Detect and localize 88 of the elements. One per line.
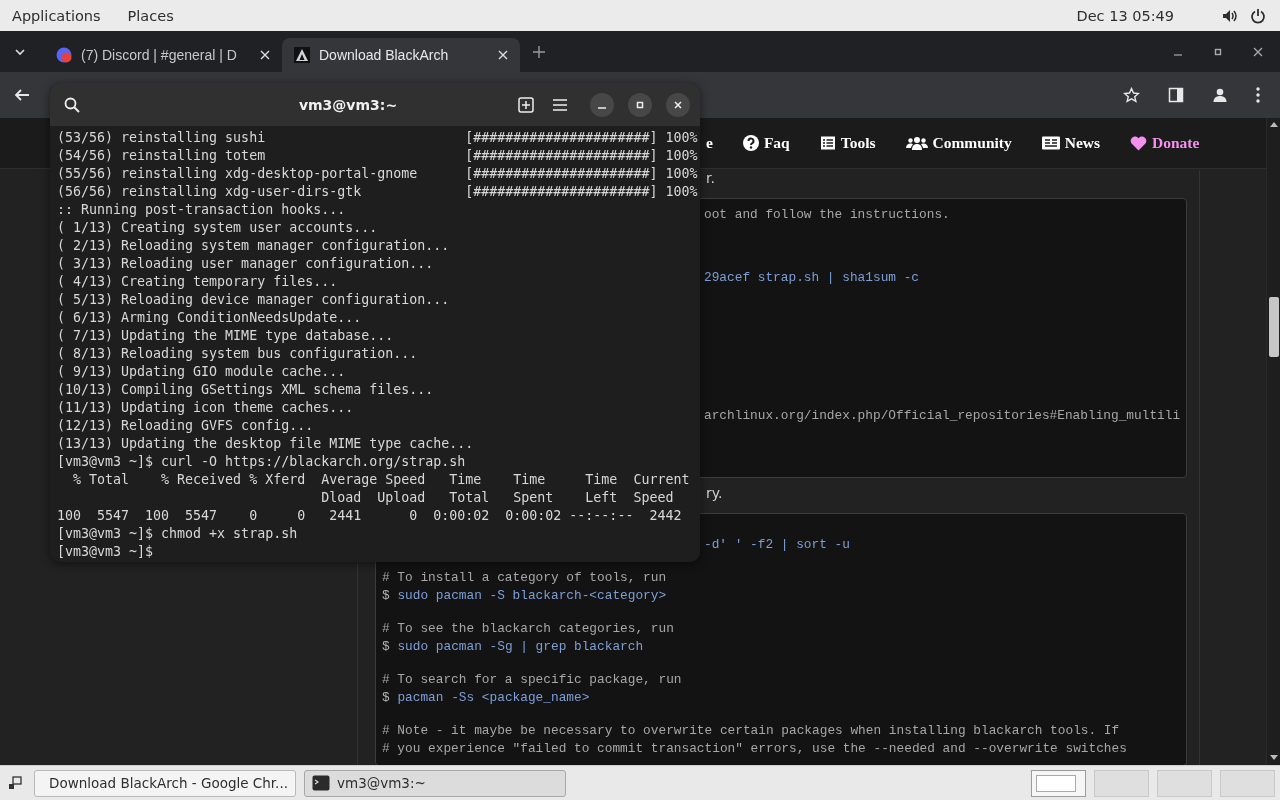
terminal-line: (10/13) Compiling GSettings XML schema files... (57, 381, 435, 399)
terminal-line: (54/56) reinstalling totem [######################] 100% (57, 147, 699, 165)
scroll-up-icon[interactable] (1269, 122, 1278, 127)
code-comment: archlinux.org/index.php/Official_repositories#Enabling_multili (703, 407, 1180, 425)
code-command: 29acef strap.sh | sha1sum -c (703, 269, 921, 287)
top-menu[interactable]: Applications (12, 7, 101, 24)
paragraph-text: ry. (706, 485, 723, 502)
terminal-line: Dload Upload Total Spent Left Speed (320, 489, 675, 507)
maximize-icon[interactable] (1213, 46, 1223, 57)
terminal-line: % Total % Received % Xferd Average Speed Time Time Time Current (72, 471, 691, 489)
scroll-thumb[interactable] (1268, 297, 1279, 357)
maximize-icon (635, 99, 645, 110)
workspace-switcher[interactable] (1220, 769, 1275, 797)
terminal-line: ( 9/13) Updating GIO module cache... (57, 363, 347, 381)
code-command: -d' ' -f2 | sort -u (703, 536, 851, 554)
menu-icon[interactable] (1256, 87, 1260, 103)
close-tab-icon[interactable] (498, 50, 508, 60)
terminal-line: (11/13) Updating icon theme caches... (57, 399, 355, 417)
star-icon[interactable] (1123, 86, 1140, 104)
code-comment: oot and follow the instructions. (703, 206, 951, 224)
nav-link[interactable]: Donate (1130, 134, 1200, 152)
taskbar-window-button[interactable]: vm3@vm3:~ (304, 769, 566, 797)
terminal-line: ( 4/13) Creating temporary files... (57, 273, 339, 291)
window-thumbnail (1036, 774, 1076, 792)
terminal-line: ( 8/13) Reloading system bus configuration... (57, 345, 419, 363)
close-button[interactable] (666, 92, 690, 117)
terminal-line: ( 2/13) Reloading system manager configuration... (57, 237, 451, 255)
code-comment: # To search for a specific package, run (382, 671, 683, 689)
browser-tab[interactable]: Download BlackArch (282, 38, 520, 72)
terminal-title: vm3@vm3:~ (298, 96, 398, 113)
terminal-line: ( 1/13) Creating system user accounts... (57, 219, 379, 237)
terminal-line: ( 5/13) Reloading device manager configuration... (57, 291, 451, 309)
terminal-icon (312, 774, 330, 792)
paragraph-text: r. (706, 170, 715, 187)
terminal-line: ( 6/13) Arming ConditionNeedsUpdate... (57, 309, 363, 327)
nav-link[interactable]: Faq (742, 134, 790, 152)
code-comment: # Note - it maybe be necessary to overwrite certain packages when installing blackarch tools. If (382, 722, 1121, 740)
terminal-line: 100 5547 100 5547 0 0 2441 0 0:00:02 0:00:02 --:--:-- 2442 (57, 507, 683, 525)
code-comment: # To install a category of tools, run (382, 569, 668, 587)
close-tab-icon[interactable] (260, 50, 270, 60)
workspace-switcher[interactable] (1157, 769, 1212, 797)
terminal-line: (56/56) reinstalling xdg-user-dirs-gtk [######################] 100% (57, 183, 699, 201)
terminal-line: (12/13) Reloading GVFS config... (57, 417, 315, 435)
discord-favicon-icon (56, 47, 72, 63)
taskbar-window-button[interactable]: Download BlackArch - Google Chr... (34, 769, 296, 797)
minimize-button[interactable] (590, 92, 614, 117)
clock[interactable]: Dec 13 05:49 (1076, 7, 1174, 24)
triangle-logo-icon (294, 47, 310, 63)
top-menu[interactable]: Places (127, 7, 174, 24)
scrollbar[interactable] (1266, 118, 1280, 765)
search-icon[interactable] (64, 96, 80, 113)
workspace-switcher[interactable] (1031, 769, 1086, 797)
terminal-line: ( 7/13) Updating the MIME type database... (57, 327, 395, 345)
show-desktop-icon[interactable] (8, 776, 22, 790)
scroll-down-icon[interactable] (1269, 755, 1278, 760)
back-arrow-icon[interactable] (14, 87, 30, 103)
side-panel-icon[interactable] (1168, 87, 1184, 103)
newspaper-icon (1041, 136, 1060, 150)
terminal-line: ( 3/13) Reloading user manager configuration... (57, 255, 435, 273)
terminal-line: :: Running post-transaction hooks... (57, 201, 347, 219)
terminal-line: (55/56) reinstalling xdg-desktop-portal-gnome [######################] 100% (57, 165, 699, 183)
terminal-line: (53/56) reinstalling sushi [######################] 100% (57, 129, 699, 147)
minimize-icon (598, 106, 606, 109)
list-icon (819, 135, 836, 151)
close-icon (673, 99, 683, 110)
close-icon[interactable] (1253, 46, 1263, 57)
workspace-switcher[interactable] (1094, 769, 1149, 797)
code-command: $ sudo pacman -S blackarch-<category> (382, 587, 668, 605)
code-comment: # To see the blackarch categories, run (382, 620, 675, 638)
nav-link[interactable]: Tools (819, 134, 876, 152)
power-icon[interactable] (1250, 7, 1266, 24)
question-icon (742, 135, 759, 151)
terminal-line: [vm3@vm3 ~]$ chmod +x strap.sh (57, 525, 299, 543)
nav-link[interactable]: e (706, 134, 713, 152)
users-icon (905, 135, 928, 151)
code-comment: # you experience "failed to commit transaction" errors, use the --needed and --overwrite switches (382, 740, 1128, 758)
menu-icon[interactable] (552, 97, 568, 112)
heart-icon (1130, 135, 1148, 151)
profile-icon[interactable] (1212, 87, 1228, 103)
terminal-line: [vm3@vm3 ~]$ (57, 543, 155, 561)
code-command: $ sudo pacman -Sg | grep blackarch (382, 638, 645, 656)
nav-link[interactable]: News (1041, 134, 1101, 152)
maximize-button[interactable] (628, 92, 652, 117)
code-command: $ pacman -Ss <package_name> (382, 689, 591, 707)
nav-link[interactable]: Community (905, 134, 1012, 152)
terminal-line: [vm3@vm3 ~]$ curl -O https://blackarch.org/strap.sh (57, 453, 467, 471)
terminal-line: (13/13) Updating the desktop file MIME type cache... (57, 435, 475, 453)
browser-tab[interactable]: (7) Discord | #general | D (44, 38, 282, 72)
